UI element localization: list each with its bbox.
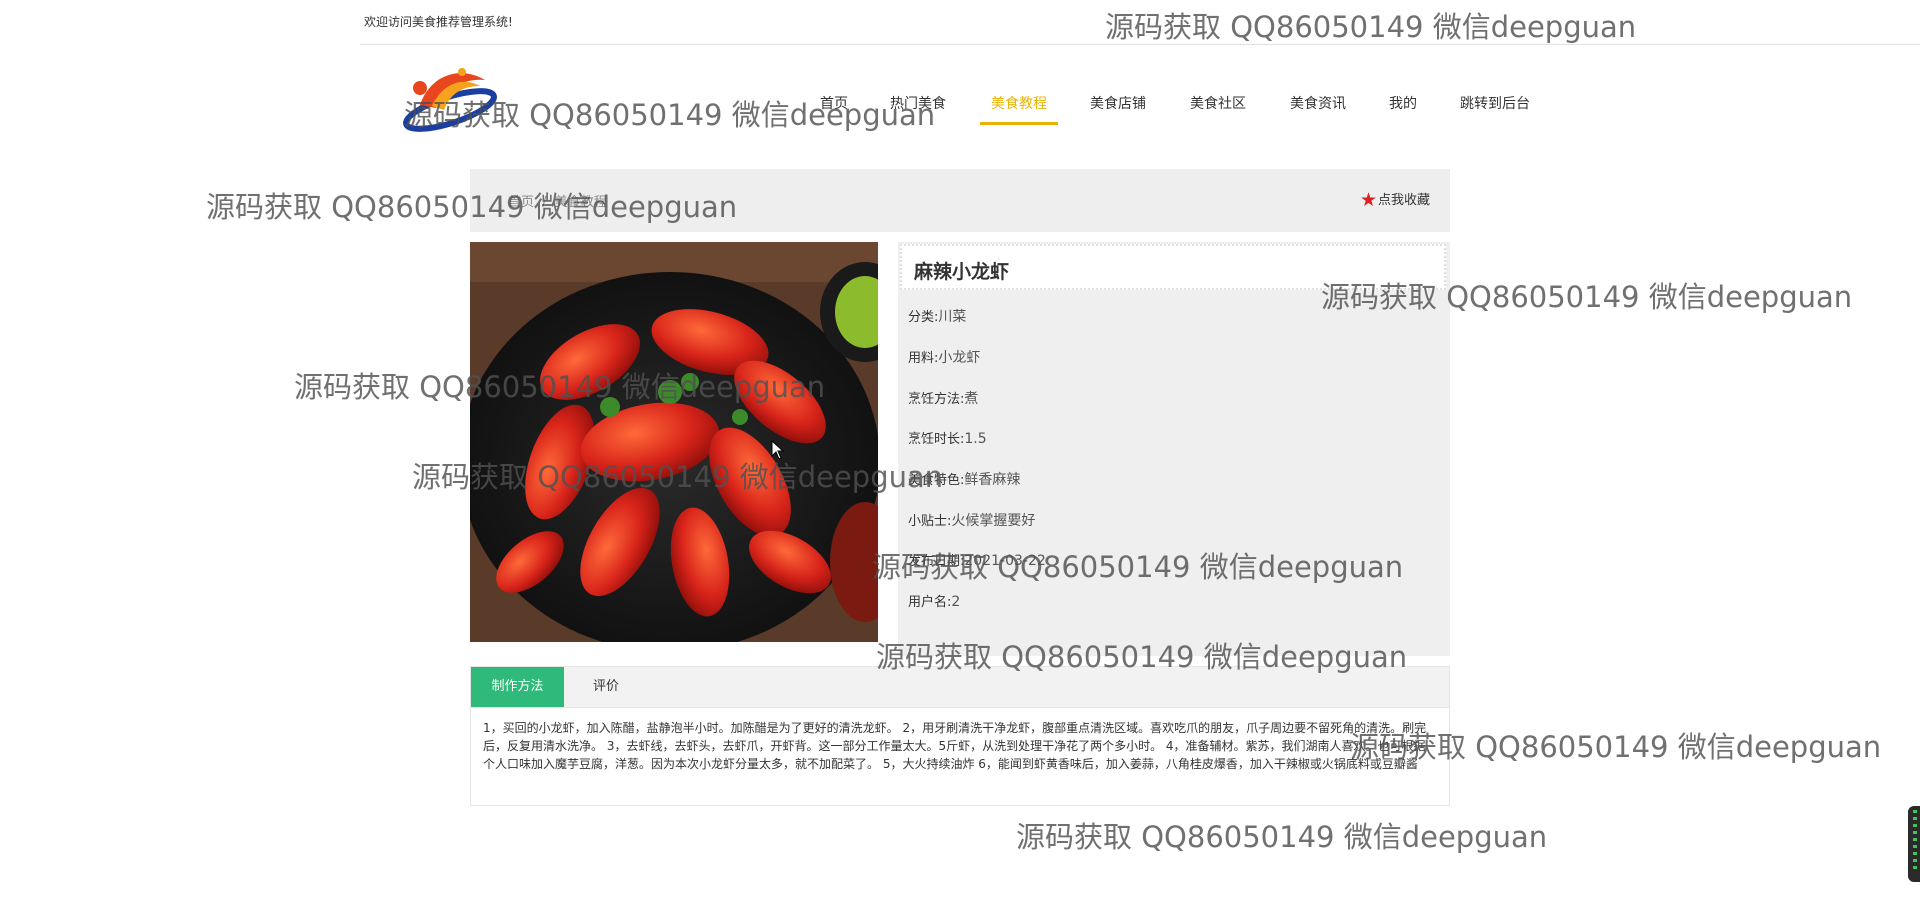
tab-method[interactable]: 制作方法 bbox=[471, 667, 564, 707]
nav-item-shops[interactable]: 美食店铺 bbox=[1085, 84, 1151, 122]
field-label: 用户名: bbox=[908, 595, 952, 610]
nav-item-admin[interactable]: 跳转到后台 bbox=[1455, 84, 1535, 122]
breadcrumb-current: 美食教程 bbox=[554, 195, 607, 210]
field-label: 烹饪方法: bbox=[908, 392, 965, 407]
breadcrumb-home[interactable]: 首页 bbox=[508, 195, 534, 210]
field-username: 用户名:2 bbox=[908, 591, 960, 610]
field-value: 火候掌握要好 bbox=[951, 513, 1036, 529]
nav-item-home[interactable]: 首页 bbox=[814, 84, 854, 122]
field-value: 川菜 bbox=[938, 309, 967, 325]
field-publish-date: 发布日期:2021-03-22 bbox=[908, 550, 1046, 569]
field-label: 美食特色: bbox=[908, 473, 965, 488]
field-label: 烹饪时长: bbox=[908, 432, 965, 447]
field-cooking-time: 烹饪时长:1.5 bbox=[908, 428, 987, 447]
collect-button[interactable]: ★点我收藏 bbox=[1360, 189, 1430, 211]
nav-item-tutorials[interactable]: 美食教程 bbox=[980, 84, 1058, 125]
breadcrumb-separator: / bbox=[542, 195, 547, 210]
field-value: 小龙虾 bbox=[938, 350, 981, 366]
field-label: 发布日期: bbox=[908, 554, 965, 569]
field-category: 分类:川菜 bbox=[908, 306, 966, 326]
tabs-header: 制作方法 评价 bbox=[471, 667, 1449, 708]
breadcrumb: 首页 / 美食教程 bbox=[508, 191, 607, 210]
nav-item-mine[interactable]: 我的 bbox=[1385, 84, 1421, 122]
side-meter-widget bbox=[1908, 806, 1920, 882]
field-value: 鲜香麻辣 bbox=[964, 472, 1021, 488]
field-value: 2021-03-22 bbox=[964, 553, 1046, 569]
dish-title: 麻辣小龙虾 bbox=[914, 261, 1010, 283]
field-label: 分类: bbox=[908, 310, 939, 325]
dish-photo bbox=[470, 242, 878, 642]
field-label: 用料: bbox=[908, 351, 939, 366]
nav-item-news[interactable]: 美食资讯 bbox=[1285, 84, 1351, 122]
nav-item-hot-food[interactable]: 热门美食 bbox=[885, 84, 951, 122]
dish-title-box: 麻辣小龙虾 bbox=[900, 244, 1446, 290]
field-value: 2 bbox=[951, 594, 961, 610]
field-feature: 美食特色:鲜香麻辣 bbox=[908, 469, 1020, 489]
watermark: 源码获取 QQ86050149 微信deepguan bbox=[1016, 820, 1548, 854]
top-bar: 欢迎访问美食推荐管理系统! bbox=[360, 0, 1920, 45]
field-value: 煮 bbox=[964, 391, 979, 407]
field-value: 1.5 bbox=[964, 431, 987, 447]
collect-label: 点我收藏 bbox=[1377, 193, 1430, 208]
field-tips: 小贴士:火候掌握要好 bbox=[908, 510, 1035, 530]
field-label: 小贴士: bbox=[908, 514, 952, 529]
field-ingredients: 用料:小龙虾 bbox=[908, 347, 980, 367]
star-icon: ★ bbox=[1359, 189, 1377, 211]
field-cooking-method: 烹饪方法:煮 bbox=[908, 388, 978, 408]
breadcrumb-bar: 首页 / 美食教程 ★点我收藏 bbox=[470, 169, 1450, 232]
recipe-tabs-panel: 制作方法 评价 1，买回的小龙虾，加入陈醋，盐静泡半小时。加陈醋是为了更好的清洗… bbox=[470, 666, 1450, 806]
dish-detail-panel: 麻辣小龙虾 分类:川菜 用料:小龙虾 烹饪方法:煮 烹饪时长:1.5 美食特色:… bbox=[898, 242, 1450, 656]
mouse-cursor-icon bbox=[771, 439, 785, 464]
method-text: 1，买回的小龙虾，加入陈醋，盐静泡半小时。加陈醋是为了更好的清洗龙虾。 2，用牙… bbox=[483, 721, 1427, 771]
nav-item-community[interactable]: 美食社区 bbox=[1185, 84, 1251, 122]
main-nav: 首页 热门美食 美食教程 美食店铺 美食社区 美食资讯 我的 跳转到后台 bbox=[0, 84, 1920, 125]
tab-reviews[interactable]: 评价 bbox=[571, 667, 641, 707]
welcome-text: 欢迎访问美食推荐管理系统! bbox=[364, 15, 513, 29]
